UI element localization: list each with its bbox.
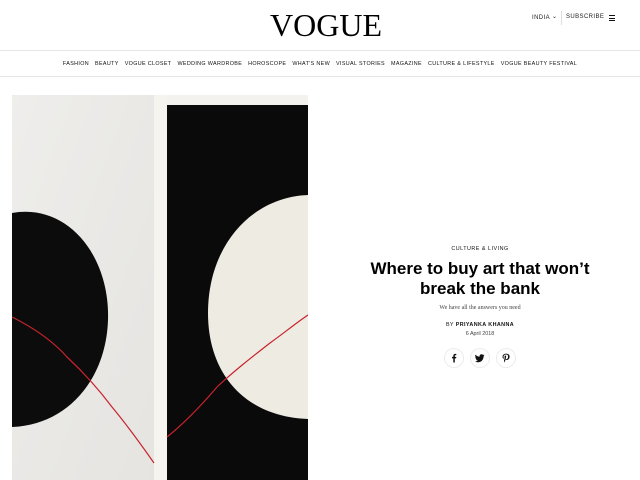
vogue-logo[interactable]: VOGUE xyxy=(270,9,382,41)
nav-item-fashion[interactable]: FASHION xyxy=(63,61,89,67)
share-pinterest-button[interactable] xyxy=(496,348,516,368)
chevron-down-icon: ⌄ xyxy=(552,14,558,20)
byline-prefix: BY xyxy=(445,322,456,328)
article-byline: BY PRIYANKA KHANNA xyxy=(332,322,628,328)
article-dek: We have all the answers you need xyxy=(439,305,521,311)
hamburger-menu-icon[interactable] xyxy=(609,15,615,21)
nav-item-horoscope[interactable]: HOROSCOPE xyxy=(248,61,286,67)
article-category[interactable]: CULTURE & LIVING xyxy=(332,246,628,252)
article-title: Where to buy art that won’t break the ba… xyxy=(370,259,590,298)
nav-item-vogue-beauty-festival[interactable]: VOGUE BEAUTY FESTIVAL xyxy=(501,61,577,67)
twitter-icon xyxy=(475,354,485,363)
nav-item-wedding-wardrobe[interactable]: WEDDING WARDROBE xyxy=(177,61,242,67)
region-label: INDIA xyxy=(532,14,551,21)
nav-item-whats-new[interactable]: WHAT'S NEW xyxy=(292,61,330,67)
nav-item-vogue-closet[interactable]: VOGUE CLOSET xyxy=(125,61,172,67)
hero-artwork-image xyxy=(12,95,308,480)
region-selector[interactable]: INDIA ⌄ xyxy=(532,14,557,21)
nav-item-culture-lifestyle[interactable]: CULTURE & LIFESTYLE xyxy=(428,61,495,67)
share-facebook-button[interactable] xyxy=(444,348,464,368)
nav-item-beauty[interactable]: BEAUTY xyxy=(95,61,119,67)
site-header: VOGUE INDIA ⌄ SUBSCRIBE xyxy=(0,0,640,50)
main-nav: FASHION BEAUTY VOGUE CLOSET WEDDING WARD… xyxy=(0,51,640,76)
nav-item-visual-stories[interactable]: VISUAL STORIES xyxy=(336,61,385,67)
nav-item-magazine[interactable]: MAGAZINE xyxy=(391,61,422,67)
author-link[interactable]: PRIYANKA KHANNA xyxy=(456,322,514,328)
share-twitter-button[interactable] xyxy=(470,348,490,368)
subscribe-link[interactable]: SUBSCRIBE xyxy=(566,14,604,20)
nav-bottom-divider xyxy=(0,76,640,77)
facebook-icon xyxy=(452,353,457,363)
share-buttons xyxy=(444,348,516,368)
article-date: 6 April 2018 xyxy=(465,331,495,337)
header-divider xyxy=(561,11,562,25)
pinterest-icon xyxy=(502,353,510,363)
